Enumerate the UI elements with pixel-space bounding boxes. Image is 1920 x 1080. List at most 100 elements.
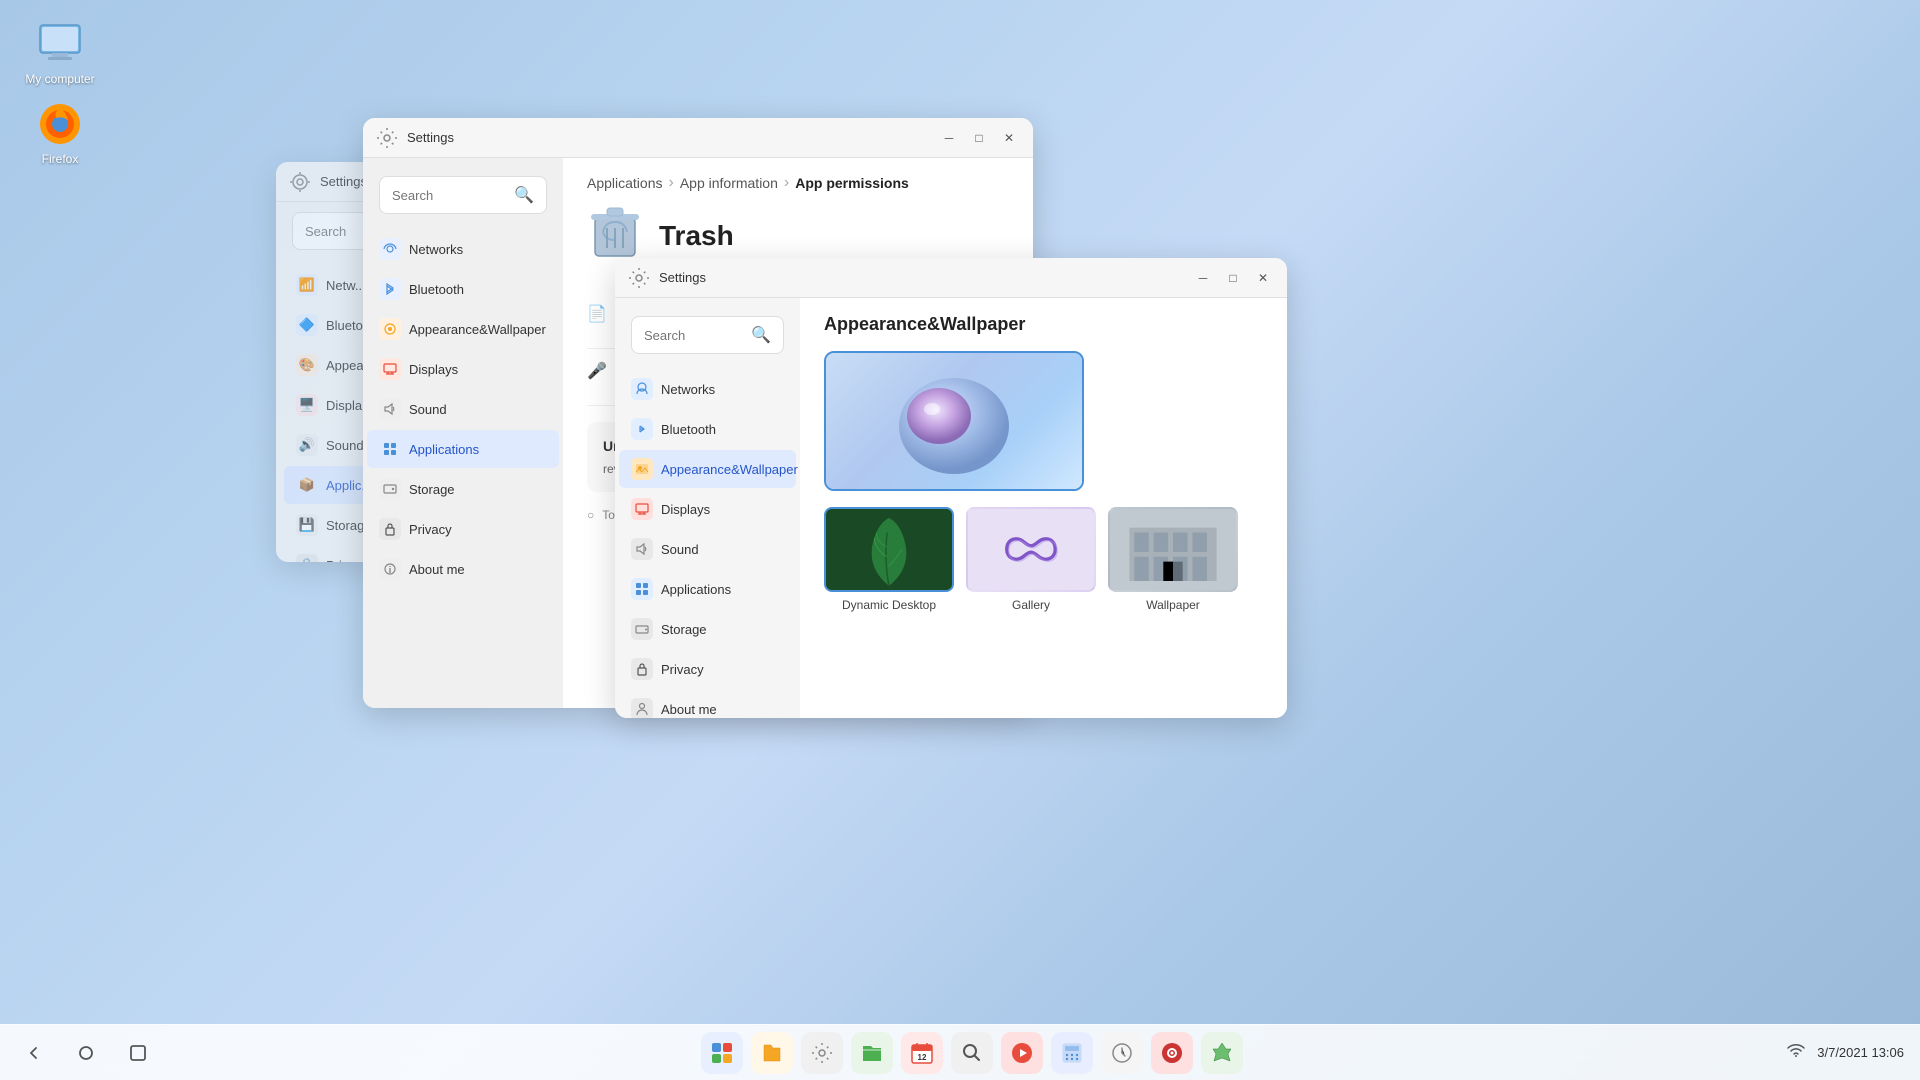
desktop-icon-firefox[interactable]: Firefox bbox=[20, 100, 100, 166]
win-mid-maximize[interactable]: □ bbox=[967, 126, 991, 150]
window-mid-sidebar: 🔍 Networks Bluetooth bbox=[363, 158, 563, 708]
large-preview-inner bbox=[826, 353, 1082, 489]
front-sidebar-appearance[interactable]: Appearance&Wallpaper bbox=[619, 450, 796, 488]
mid-sidebar-storage[interactable]: Storage bbox=[367, 470, 559, 508]
mid-appearance-label: Appearance&Wallpaper bbox=[409, 322, 546, 337]
mid-sidebar-sound[interactable]: Sound bbox=[367, 390, 559, 428]
taskbar-media[interactable] bbox=[1001, 1032, 1043, 1074]
window-front-controls: ─ □ ✕ bbox=[1191, 266, 1275, 290]
networks-icon: 📶 bbox=[296, 274, 318, 296]
front-storage-label: Storage bbox=[661, 622, 707, 637]
taskbar-calculator[interactable] bbox=[1051, 1032, 1093, 1074]
win-mid-search-icon: 🔍 bbox=[514, 185, 534, 205]
mid-appearance-icon bbox=[379, 318, 401, 340]
mid-sidebar-networks[interactable]: Networks bbox=[367, 230, 559, 268]
wallpaper-option-gallery[interactable]: Gallery bbox=[966, 507, 1096, 612]
front-sound-icon bbox=[631, 538, 653, 560]
mid-sidebar-privacy[interactable]: Privacy bbox=[367, 510, 559, 548]
front-sidebar-privacy[interactable]: Privacy bbox=[619, 650, 796, 688]
taskbar-files[interactable] bbox=[751, 1032, 793, 1074]
microphone-icon: 🎤 bbox=[587, 361, 607, 381]
front-sidebar-about-me[interactable]: About me bbox=[619, 690, 796, 718]
front-sidebar-storage[interactable]: Storage bbox=[619, 610, 796, 648]
nav-back-button[interactable] bbox=[16, 1035, 52, 1071]
sound-icon: 🔊 bbox=[296, 434, 318, 456]
desktop-icon-my-computer[interactable]: My computer bbox=[20, 20, 100, 86]
win-front-search-input[interactable] bbox=[644, 328, 745, 343]
mid-sidebar-displays[interactable]: Displays bbox=[367, 350, 559, 388]
desktop: My computer Firefox Settings ─ □ ✕ bbox=[0, 0, 1920, 1080]
taskbar-music[interactable] bbox=[1151, 1032, 1193, 1074]
displays-icon: 🖥️ bbox=[296, 394, 318, 416]
dynamic-desktop-label: Dynamic Desktop bbox=[842, 598, 936, 612]
window-mid-titlebar[interactable]: Settings ─ □ ✕ bbox=[363, 118, 1033, 158]
gallery-thumb[interactable] bbox=[966, 507, 1096, 592]
taskbar-clock[interactable] bbox=[1101, 1032, 1143, 1074]
front-about-me-icon bbox=[631, 698, 653, 718]
breadcrumb-sep-2: › bbox=[784, 174, 789, 192]
taskbar-nav bbox=[16, 1035, 156, 1071]
mid-privacy-label: Privacy bbox=[409, 522, 452, 537]
bluetooth-icon: 🔷 bbox=[296, 314, 318, 336]
datetime-display: 3/7/2021 13:06 bbox=[1817, 1045, 1904, 1060]
front-privacy-label: Privacy bbox=[661, 662, 704, 677]
win-mid-search-box[interactable]: 🔍 bbox=[379, 176, 547, 214]
taskbar-file-manager[interactable] bbox=[851, 1032, 893, 1074]
front-sidebar-applications[interactable]: Applications bbox=[619, 570, 796, 608]
nav-home-button[interactable] bbox=[68, 1035, 104, 1071]
firefox-label: Firefox bbox=[42, 152, 79, 166]
front-networks-icon bbox=[631, 378, 653, 400]
mid-about-label: About me bbox=[409, 562, 465, 577]
front-sidebar-bluetooth[interactable]: Bluetooth bbox=[619, 410, 796, 448]
mid-displays-label: Displays bbox=[409, 362, 458, 377]
front-displays-label: Displays bbox=[661, 502, 710, 517]
window-front-titlebar[interactable]: Settings ─ □ ✕ bbox=[615, 258, 1287, 298]
breadcrumb-applications[interactable]: Applications bbox=[587, 175, 663, 191]
wallpaper-bg-thumb[interactable] bbox=[1108, 507, 1238, 592]
computer-icon bbox=[36, 20, 84, 68]
win-front-minimize[interactable]: ─ bbox=[1191, 266, 1215, 290]
window-mid-title: Settings bbox=[407, 130, 937, 145]
front-networks-label: Networks bbox=[661, 382, 715, 397]
mid-sidebar-about[interactable]: About me bbox=[367, 550, 559, 588]
my-computer-label: My computer bbox=[25, 72, 94, 86]
mid-sound-icon bbox=[379, 398, 401, 420]
mid-sidebar-appearance[interactable]: Appearance&Wallpaper bbox=[367, 310, 559, 348]
front-sidebar-displays[interactable]: Displays bbox=[619, 490, 796, 528]
storage-icon: 💾 bbox=[296, 514, 318, 536]
mid-bluetooth-label: Bluetooth bbox=[409, 282, 464, 297]
taskbar-status: 3/7/2021 13:06 bbox=[1787, 1043, 1904, 1062]
appearance-icon: 🎨 bbox=[296, 354, 318, 376]
win-mid-search-input[interactable] bbox=[392, 188, 508, 203]
taskbar-photos[interactable] bbox=[1201, 1032, 1243, 1074]
window-front-title: Settings bbox=[659, 270, 1191, 285]
mid-bluetooth-icon bbox=[379, 278, 401, 300]
firefox-icon bbox=[36, 100, 84, 148]
mid-sidebar-bluetooth[interactable]: Bluetooth bbox=[367, 270, 559, 308]
breadcrumb-app-permissions: App permissions bbox=[795, 175, 909, 191]
win-mid-close[interactable]: ✕ bbox=[997, 126, 1021, 150]
win-front-maximize[interactable]: □ bbox=[1221, 266, 1245, 290]
wallpaper-option-wallpaper[interactable]: Wallpaper bbox=[1108, 507, 1238, 612]
front-sidebar-sound[interactable]: Sound bbox=[619, 530, 796, 568]
mid-applications-icon bbox=[379, 438, 401, 460]
win-front-search-box[interactable]: 🔍 bbox=[631, 316, 784, 354]
wallpaper-large-preview[interactable] bbox=[824, 351, 1084, 491]
dynamic-desktop-thumb[interactable] bbox=[824, 507, 954, 592]
taskbar-apps-grid[interactable] bbox=[701, 1032, 743, 1074]
mid-sound-label: Sound bbox=[409, 402, 447, 417]
breadcrumb: Applications › App information › App per… bbox=[563, 158, 1033, 200]
taskbar-calendar[interactable]: 12 bbox=[901, 1032, 943, 1074]
win-front-close[interactable]: ✕ bbox=[1251, 266, 1275, 290]
mid-sidebar-applications[interactable]: Applications bbox=[367, 430, 559, 468]
svg-text:12: 12 bbox=[917, 1053, 926, 1062]
win-front-search-icon: 🔍 bbox=[751, 325, 771, 345]
nav-overview-button[interactable] bbox=[120, 1035, 156, 1071]
wallpaper-option-dynamic[interactable]: Dynamic Desktop bbox=[824, 507, 954, 612]
win-mid-minimize[interactable]: ─ bbox=[937, 126, 961, 150]
breadcrumb-app-info[interactable]: App information bbox=[680, 175, 778, 191]
appearance-main: Appearance&Wallpaper bbox=[800, 298, 1287, 718]
taskbar-search[interactable] bbox=[951, 1032, 993, 1074]
front-sidebar-networks[interactable]: Networks bbox=[619, 370, 796, 408]
taskbar-settings[interactable] bbox=[801, 1032, 843, 1074]
